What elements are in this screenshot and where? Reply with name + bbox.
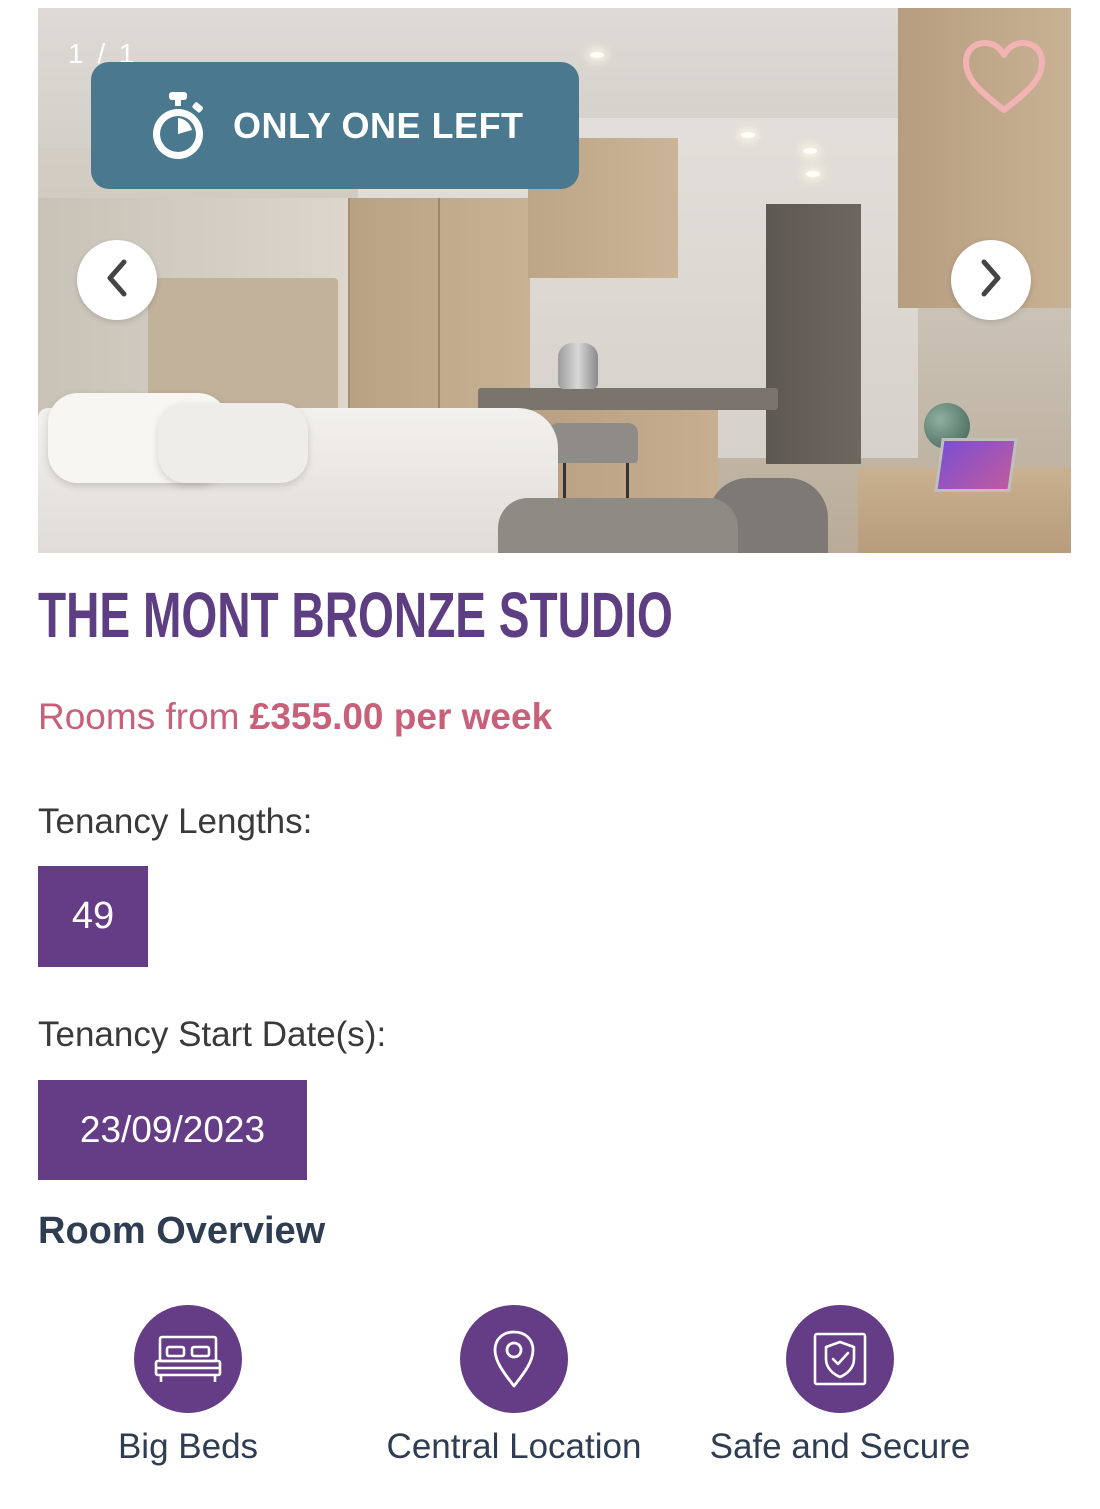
heart-icon[interactable] — [961, 38, 1047, 118]
availability-badge-text: ONLY ONE LEFT — [233, 104, 524, 146]
photo-kettle — [558, 343, 598, 389]
room-title: THE MONT BRONZE STUDIO — [38, 579, 673, 651]
photo-throw — [498, 498, 738, 553]
shield-icon — [786, 1305, 894, 1413]
photo-ceiling-light — [741, 132, 755, 138]
price-unit: per week — [383, 696, 553, 737]
room-photo-gallery[interactable]: 1 / 1 ONLY ONE LEFT — [38, 8, 1071, 553]
feature-label: Big Beds — [117, 1427, 259, 1466]
availability-badge: ONLY ONE LEFT — [91, 62, 579, 189]
feature-safe-and-secure: Safe and Secure — [675, 1305, 1005, 1467]
feature-label: Central Location — [386, 1427, 642, 1466]
price-prefix: Rooms from — [38, 696, 250, 737]
tenancy-length-option[interactable]: 49 — [38, 866, 148, 967]
chevron-left-icon — [102, 258, 132, 303]
photo-ceiling-light — [590, 52, 604, 58]
photo-pillow — [158, 403, 308, 483]
price-amount: £355.00 — [249, 696, 384, 737]
tenancy-start-date-option[interactable]: 23/09/2023 — [38, 1080, 307, 1180]
next-image-button[interactable] — [951, 240, 1031, 320]
photo-door — [766, 204, 861, 464]
chevron-right-icon — [976, 258, 1006, 303]
room-price: Rooms from £355.00 per week — [38, 696, 552, 738]
location-pin-icon — [460, 1305, 568, 1413]
photo-stool — [548, 423, 638, 463]
previous-image-button[interactable] — [77, 240, 157, 320]
tenancy-lengths-label: Tenancy Lengths: — [38, 802, 313, 841]
bed-icon — [134, 1305, 242, 1413]
photo-counter — [478, 388, 778, 410]
photo-ceiling-light — [806, 171, 820, 177]
photo-ceiling-light — [803, 148, 817, 154]
room-overview-heading: Room Overview — [38, 1210, 326, 1252]
feature-central-location: Central Location — [349, 1305, 679, 1467]
feature-label: Safe and Secure — [709, 1427, 971, 1466]
feature-big-beds: Big Beds — [23, 1305, 353, 1467]
photo-laptop — [934, 438, 1018, 492]
stopwatch-icon — [147, 90, 209, 162]
tenancy-start-label: Tenancy Start Date(s): — [38, 1015, 387, 1054]
